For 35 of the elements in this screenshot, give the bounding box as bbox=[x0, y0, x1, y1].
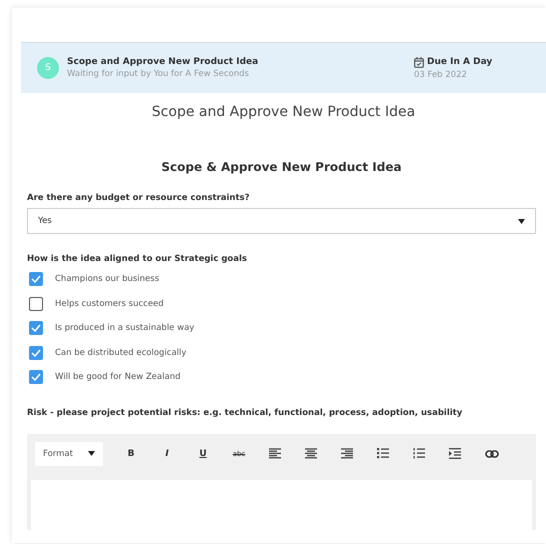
bold-button[interactable]: B bbox=[113, 448, 149, 458]
indent-icon[interactable] bbox=[449, 448, 461, 459]
align-center-icon[interactable] bbox=[305, 448, 317, 459]
format-dropdown[interactable]: Format bbox=[35, 442, 103, 466]
dropdown-field[interactable]: Yes bbox=[27, 208, 536, 234]
checkbox-label: Is produced in a sustainable way bbox=[55, 323, 194, 334]
align-right-icon[interactable] bbox=[341, 448, 353, 459]
checkbox-label: Helps customers succeed bbox=[55, 298, 164, 309]
caret-icon bbox=[518, 218, 525, 224]
link-icon[interactable] bbox=[485, 450, 499, 458]
checkbox[interactable] bbox=[29, 370, 43, 384]
bullet-list-icon[interactable] bbox=[377, 448, 389, 459]
numbered-list-icon[interactable] bbox=[413, 448, 425, 459]
checkbox[interactable] bbox=[29, 296, 43, 311]
italic-button[interactable]: I bbox=[149, 448, 185, 458]
task-title: Scope and Approve New Product Idea bbox=[67, 57, 260, 67]
question-label: Risk - please project potential risks: e.g. technical, functional, process, adoption, usability bbox=[27, 408, 464, 418]
checkbox-label: Can be distributed ecologically bbox=[55, 348, 186, 358]
form-heading: Scope & Approve New Product Idea bbox=[160, 160, 403, 174]
checkbox[interactable] bbox=[29, 272, 43, 286]
due-label: Due In A Day bbox=[427, 57, 492, 67]
checkbox[interactable] bbox=[29, 346, 43, 360]
page-title: Scope and Approve New Product Idea bbox=[150, 104, 416, 120]
checkbox[interactable] bbox=[29, 321, 43, 336]
task-status: Waiting for input by You for A Few Seconds bbox=[67, 69, 250, 79]
question-label: Are there any budget or resource constraints? bbox=[27, 193, 251, 203]
calendar-icon bbox=[414, 56, 424, 68]
align-left-icon[interactable] bbox=[269, 448, 281, 459]
avatar: S bbox=[37, 57, 59, 79]
due-date: 03 Feb 2022 bbox=[414, 70, 468, 80]
checkbox-label: Will be good for New Zealand bbox=[55, 372, 180, 382]
checkbox-label: Champions our business bbox=[55, 274, 160, 284]
underline-button[interactable]: U bbox=[185, 448, 221, 458]
caret-icon bbox=[88, 451, 95, 456]
question-label: How is the idea aligned to our Strategic goals bbox=[27, 254, 248, 264]
